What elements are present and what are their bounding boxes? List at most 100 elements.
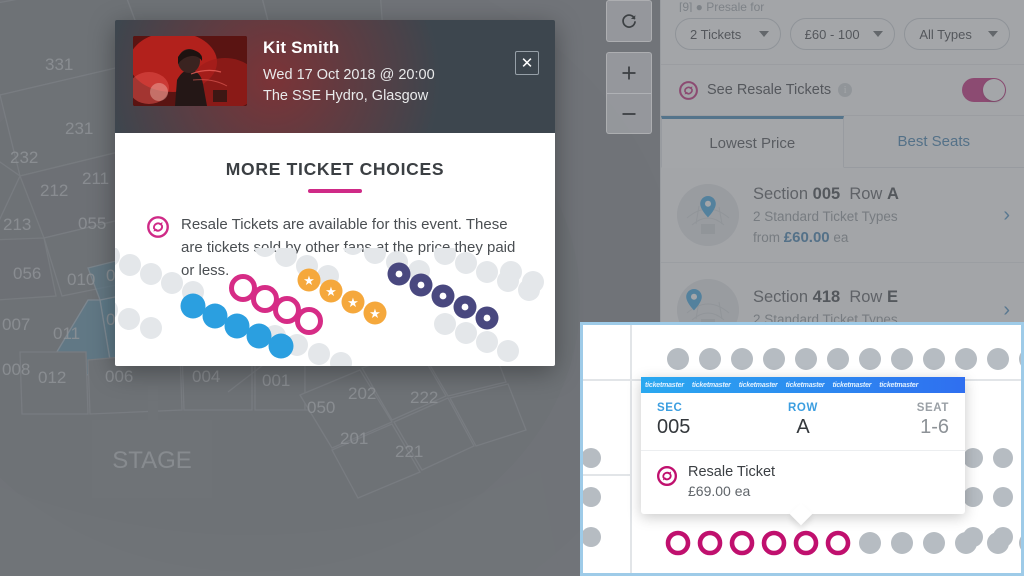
seat-available[interactable] [330,352,352,366]
seat-vip[interactable]: ★ [319,279,343,303]
seat-zoom-inset[interactable]: ticketmaster ticketmaster ticketmaster t… [580,322,1024,576]
seat-selected[interactable] [246,323,272,349]
seat-available[interactable] [891,348,913,370]
seat-premium[interactable] [409,273,433,297]
seat-resale[interactable] [825,530,851,556]
seat-available[interactable] [987,532,1009,554]
seat-available[interactable] [522,271,544,293]
seat-tooltip: ticketmaster ticketmaster ticketmaster t… [641,377,965,526]
seat-value: 1-6 [920,416,949,438]
seat-available[interactable] [119,254,141,276]
seat-available[interactable] [923,348,945,370]
seat-available[interactable] [118,308,140,330]
tooltip-sec: SEC 005 [657,402,754,439]
seat-premium[interactable] [453,295,477,319]
resale-icon [657,466,677,486]
plus-icon [622,66,636,80]
seat-available[interactable] [115,299,118,321]
seat-selected[interactable] [180,293,206,319]
svg-text:★: ★ [347,295,359,310]
seat-available[interactable] [161,272,183,294]
event-meta: Kit Smith Wed 17 Oct 2018 @ 20:00 The SS… [263,36,435,117]
seat-available[interactable] [308,343,330,365]
seat-available[interactable] [583,487,601,507]
seat-available[interactable] [140,317,162,339]
seat-resale[interactable] [229,274,257,302]
brand-text: ticketmaster [832,381,872,389]
seat-available[interactable] [455,322,477,344]
seat-available[interactable] [500,261,522,283]
seat-selected[interactable] [224,313,250,339]
seat-available[interactable] [891,532,913,554]
seat-resale[interactable] [793,530,819,556]
seat-available[interactable] [476,261,498,283]
svg-text:★: ★ [325,284,337,299]
ticketmaster-strip: ticketmaster ticketmaster ticketmaster t… [641,377,965,393]
seat-available[interactable] [827,348,849,370]
seat-available[interactable] [434,313,456,335]
seat-available[interactable] [667,348,689,370]
seat-available[interactable] [476,331,498,353]
map-zoom-controls [606,0,652,144]
seat-available[interactable] [963,448,983,468]
svg-text:★: ★ [303,273,315,288]
seat-available[interactable] [763,348,785,370]
modal-heading: MORE TICKET CHOICES [225,159,445,179]
seat-premium[interactable] [431,284,455,308]
event-venue: The SSE Hydro, Glasgow [263,88,429,105]
sec-value: 005 [657,416,691,438]
seat-available[interactable] [963,487,983,507]
reset-view-button[interactable] [607,1,651,41]
seat-available[interactable] [859,348,881,370]
seat-available[interactable] [140,263,162,285]
seat-available[interactable] [859,532,881,554]
seat-selected[interactable] [268,333,294,359]
seat-available[interactable] [731,348,753,370]
seat-available[interactable] [795,348,817,370]
seat-available[interactable] [993,487,1013,507]
seat-available[interactable] [497,340,519,362]
seat-resale[interactable] [665,530,691,556]
seat-resale[interactable] [697,530,723,556]
seat-premium[interactable] [475,306,499,330]
seat-resale[interactable] [273,296,301,324]
artist-image [133,36,247,106]
seat-available[interactable] [1019,348,1021,370]
seat-available[interactable] [699,348,721,370]
brand-text: ticketmaster [738,381,778,389]
seat-vip[interactable]: ★ [297,268,321,292]
seat-available[interactable] [275,248,297,267]
seat-vip[interactable]: ★ [341,290,365,314]
zoom-in-button[interactable] [607,53,651,93]
resale-icon [147,216,169,238]
seat-available[interactable] [342,248,364,255]
seat-resale[interactable] [251,285,279,313]
seat-available[interactable] [364,248,386,264]
reset-icon [622,14,636,28]
seat-selected[interactable] [202,303,228,329]
seat-available[interactable] [1019,532,1021,554]
seat-available[interactable] [955,532,977,554]
seat-resale[interactable] [729,530,755,556]
seat-available[interactable] [955,348,977,370]
zoom-out-button[interactable] [607,93,651,133]
seat-premium[interactable] [387,262,411,286]
seat-available[interactable] [987,348,1009,370]
tooltip-columns: SEC 005 ROW A SEAT 1-6 [641,393,965,451]
seat-available[interactable] [434,248,456,265]
seat-available[interactable] [583,448,601,468]
seat-resale[interactable] [295,307,323,335]
seat-resale[interactable] [761,530,787,556]
seat-available[interactable] [993,448,1013,468]
row-key: ROW [788,402,818,414]
seat-available[interactable] [923,532,945,554]
seat-available[interactable] [455,252,477,274]
seat-available[interactable] [583,527,601,547]
seat-vip[interactable]: ★ [363,301,387,325]
seat-available[interactable] [254,248,276,257]
row-value: A [796,416,810,438]
brand-text: ticketmaster [645,381,684,389]
svg-text:★: ★ [369,306,381,321]
close-icon[interactable]: ✕ [515,51,539,75]
ticket-type: Resale Ticket [688,464,776,480]
